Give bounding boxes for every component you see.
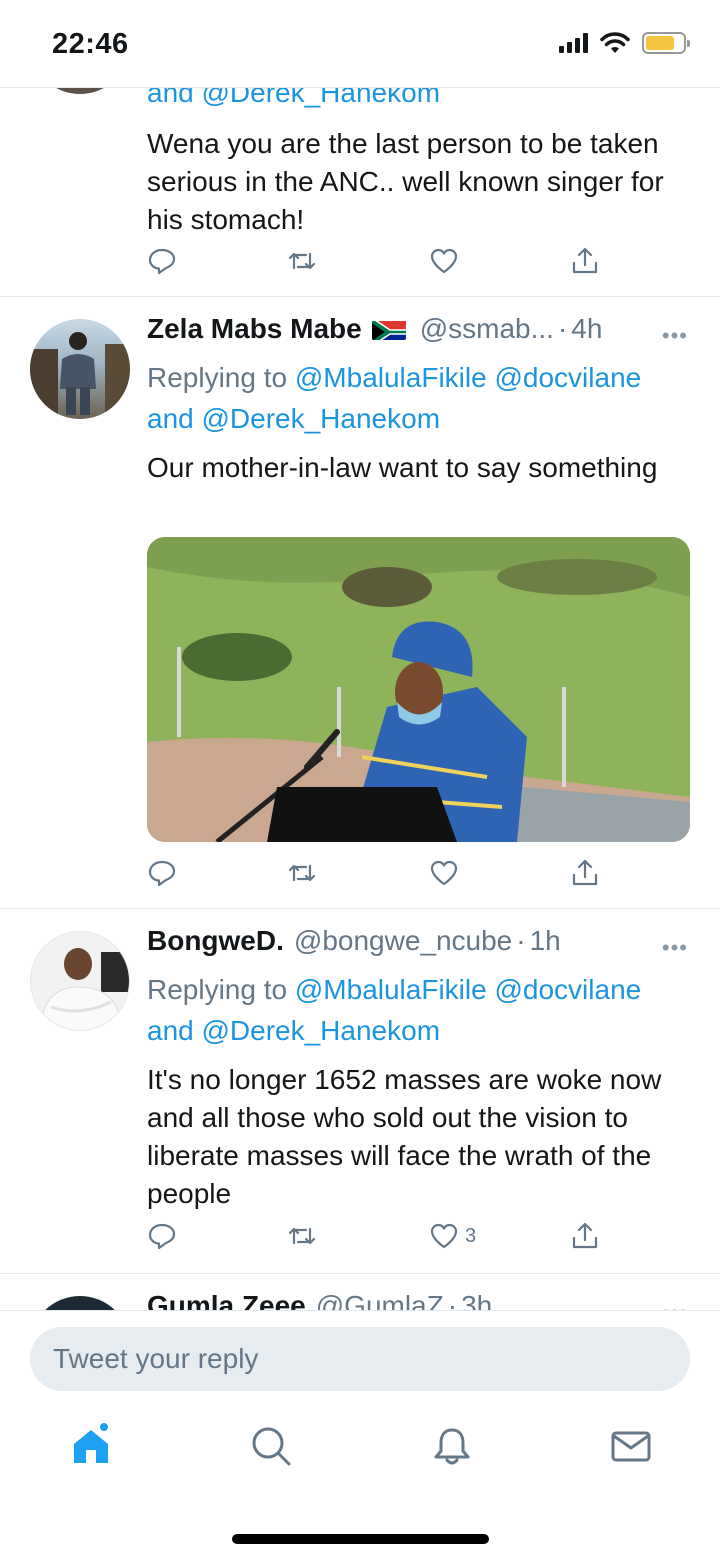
share-button[interactable] <box>570 1221 600 1251</box>
like-button[interactable] <box>429 858 459 888</box>
share-button[interactable] <box>570 246 600 276</box>
share-button[interactable] <box>570 858 600 888</box>
retweet-icon <box>288 1227 316 1245</box>
heart-icon <box>430 248 458 274</box>
retweet-button[interactable] <box>287 1221 317 1251</box>
like-button[interactable] <box>429 246 459 276</box>
tweet-1[interactable]: Zela Mabs Mabe @ssmab... · 4h ••• Replyi… <box>0 297 720 909</box>
reply-button[interactable] <box>147 246 177 276</box>
separator-dot: · <box>447 1290 458 1310</box>
cellular-signal-icon <box>559 33 588 53</box>
tweet-header: Zela Mabs Mabe @ssmab... · 4h <box>147 313 692 353</box>
wifi-icon <box>600 32 630 53</box>
like-count: 3 <box>465 1224 477 1247</box>
reply-icon <box>148 248 176 275</box>
tweet-actions <box>147 246 607 286</box>
tab-bar <box>0 1405 720 1558</box>
avatar[interactable] <box>30 931 130 1031</box>
home-indicator[interactable] <box>232 1534 489 1544</box>
status-time: 22:46 <box>52 28 129 60</box>
avatar[interactable] <box>30 319 130 419</box>
like-button[interactable]: 3 <box>429 1221 476 1251</box>
status-bar: 22:46 <box>0 0 720 88</box>
compose-bar: Tweet your reply <box>0 1310 720 1405</box>
tweet-photo[interactable] <box>147 537 690 842</box>
share-icon <box>572 247 598 274</box>
notifications-icon <box>434 1428 470 1465</box>
tweet-actions: 3 <box>147 1221 607 1261</box>
retweet-icon <box>288 864 316 882</box>
new-content-dot <box>98 1421 110 1433</box>
tweet-3[interactable]: Gumla Zeee @GumlaZ · 3h ••• <box>0 1274 720 1310</box>
user-handle[interactable]: @ssmab... <box>420 313 554 345</box>
reply-button[interactable] <box>147 1221 177 1251</box>
retweet-icon <box>288 252 316 270</box>
mention-link[interactable]: @MbalulaFikile <box>295 974 487 1005</box>
more-options-icon[interactable]: ••• <box>662 935 688 961</box>
replying-to-line: Replying to @MbalulaFikile @docvilane an… <box>147 969 692 1051</box>
tweet-text: Our mother-in-law want to say something <box>147 452 658 483</box>
more-options-icon[interactable]: ••• <box>662 323 688 349</box>
reply-icon <box>148 1223 176 1250</box>
and-label: and <box>147 1015 194 1046</box>
tab-search[interactable] <box>250 1425 300 1475</box>
more-options-icon[interactable]: ••• <box>662 1300 688 1310</box>
reply-input[interactable]: Tweet your reply <box>30 1327 690 1391</box>
south-africa-flag-icon <box>371 318 406 340</box>
and-label: and <box>147 403 194 434</box>
tweet-2[interactable]: BongweD. @bongwe_ncube · 1h ••• Replying… <box>0 909 720 1274</box>
display-name[interactable]: Zela Mabs Mabe <box>147 313 362 345</box>
replying-to-label: Replying to <box>147 974 288 1005</box>
user-handle[interactable]: @bongwe_ncube <box>294 925 512 957</box>
replying-to-label: Replying to <box>147 362 288 393</box>
tweet-time[interactable]: 4h <box>571 313 602 345</box>
avatar[interactable] <box>30 1296 130 1310</box>
reply-feed[interactable]: and @Derek_Hanekom Wena you are the last… <box>0 0 720 1310</box>
avatar-person-icon <box>30 332 130 419</box>
heart-icon <box>430 1223 458 1249</box>
status-icons <box>559 32 690 54</box>
mention-link[interactable]: @docvilane <box>494 974 641 1005</box>
retweet-button[interactable] <box>287 246 317 276</box>
display-name[interactable]: BongweD. <box>147 925 284 957</box>
mention-link[interactable]: @Derek_Hanekom <box>202 403 441 434</box>
user-handle[interactable]: @GumlaZ <box>316 1290 444 1310</box>
reply-icon <box>148 860 176 887</box>
replying-to-line: Replying to @MbalulaFikile @docvilane an… <box>147 357 692 439</box>
battery-icon <box>642 32 690 54</box>
tab-home[interactable] <box>70 1421 120 1475</box>
tweet-time[interactable]: 1h <box>530 925 561 957</box>
tweet-time[interactable]: 3h <box>461 1290 492 1310</box>
retweet-button[interactable] <box>287 858 317 888</box>
tweet-text: Wena you are the last person to be taken… <box>147 128 664 235</box>
separator-dot: · <box>516 925 526 956</box>
tweet-0[interactable]: and @Derek_Hanekom Wena you are the last… <box>0 0 720 297</box>
tweet-actions <box>147 858 607 898</box>
messages-icon <box>611 1431 651 1462</box>
mention-link[interactable]: @MbalulaFikile <box>295 362 487 393</box>
mention-link[interactable]: @Derek_Hanekom <box>202 1015 441 1046</box>
reply-button[interactable] <box>147 858 177 888</box>
display-name[interactable]: Gumla Zeee <box>147 1290 306 1310</box>
tab-notifications[interactable] <box>431 1425 481 1475</box>
tweet-header: BongweD. @bongwe_ncube · 1h <box>147 925 692 965</box>
heart-icon <box>430 860 458 886</box>
photo-speaker-at-podium <box>147 537 690 842</box>
share-icon <box>572 859 598 886</box>
tweet-text: It's no longer 1652 masses are woke now … <box>147 1064 662 1209</box>
mention-link[interactable]: @docvilane <box>494 362 641 393</box>
avatar-person-icon <box>40 948 129 1030</box>
separator-dot: · <box>557 313 568 344</box>
tab-messages[interactable] <box>610 1425 660 1475</box>
search-icon <box>252 1427 291 1466</box>
share-icon <box>572 1222 598 1249</box>
tweet-header: Gumla Zeee @GumlaZ · 3h <box>147 1290 692 1310</box>
